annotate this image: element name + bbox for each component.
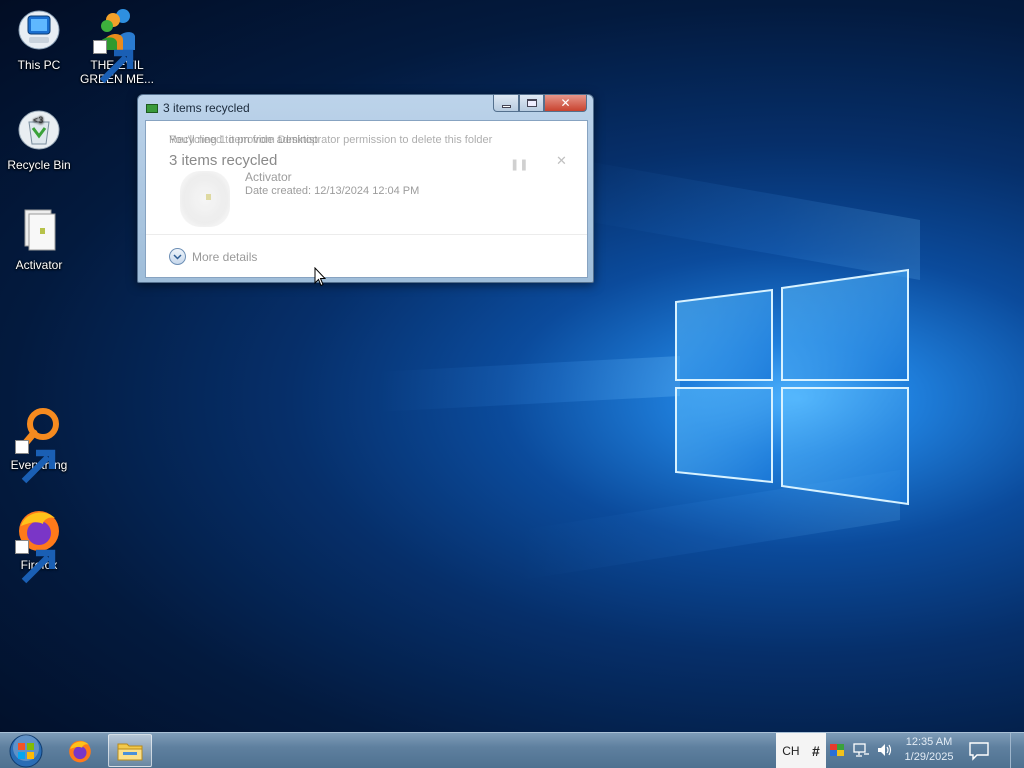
action-center-icon[interactable]	[968, 741, 990, 761]
desktop-icon-label: This PC	[17, 58, 61, 72]
svg-text:<3: <3	[33, 115, 43, 125]
pause-icon[interactable]: ❚❚	[510, 158, 528, 171]
progress-headline: 3 items recycled	[169, 152, 278, 169]
desktop-icon-activator[interactable]: Activator	[1, 206, 77, 272]
flag-icon[interactable]	[828, 741, 846, 759]
system-tray	[828, 741, 894, 759]
more-details-label: More details	[192, 249, 258, 264]
progress-icon	[146, 103, 158, 113]
search-magnifier-icon	[15, 406, 63, 484]
clock-time: 12:35 AM	[905, 736, 953, 748]
computer-icon	[15, 6, 63, 54]
recycle-bin-icon: <3	[15, 106, 63, 154]
item-date: Date created: 12/13/2024 12:04 PM	[245, 185, 420, 197]
dialog-content: You'll need to provide administrator per…	[145, 120, 588, 278]
clock-date: 1/29/2025	[904, 751, 954, 763]
maximize-icon	[526, 99, 537, 107]
taskbar-firefox-button[interactable]	[58, 734, 102, 767]
messenger-people-icon	[93, 6, 141, 84]
desktop-icon-recycle-bin[interactable]: <3 Recycle Bin	[1, 106, 77, 172]
ime-mode-icon[interactable]: #	[812, 743, 820, 759]
firefox-icon	[69, 740, 91, 762]
desktop-icon-everything[interactable]: Everything	[1, 406, 77, 484]
network-icon[interactable]	[852, 741, 870, 759]
file-icon	[15, 206, 63, 254]
wallpaper-beam	[380, 356, 680, 412]
desktop-icon-evil-green[interactable]: THE EVIL GREEN ME...	[79, 6, 155, 86]
folder-icon	[117, 743, 143, 760]
mouse-cursor-icon	[314, 266, 327, 287]
desktop-icon-this-pc[interactable]: This PC	[1, 6, 77, 72]
minimize-icon	[501, 104, 511, 108]
chevron-down-icon	[169, 248, 186, 265]
cancel-icon[interactable]: ✕	[556, 154, 567, 169]
recycle-progress-dialog: 3 items recycled ✕ You'll need to provid…	[137, 94, 594, 283]
more-details-button[interactable]: More details	[169, 248, 257, 265]
file-thumbnail	[180, 171, 230, 227]
firefox-icon	[15, 506, 63, 584]
caption-buttons: ✕	[493, 95, 587, 112]
show-desktop-button[interactable]	[1010, 733, 1024, 768]
system-clock[interactable]: 12:35 AM 1/29/2025	[900, 735, 958, 765]
shortcut-arrow-icon	[93, 40, 134, 84]
taskbar: CH # 12:35 AM 1/29/2025	[0, 732, 1024, 768]
desktop-icon-label: Activator	[15, 258, 63, 272]
recycling-status: Recycling 1 item from Desktop	[169, 134, 319, 146]
volume-icon[interactable]	[876, 741, 894, 759]
close-icon: ✕	[560, 96, 571, 110]
divider	[146, 234, 587, 235]
dialog-title: 3 items recycled	[163, 101, 250, 115]
start-button[interactable]	[6, 734, 46, 768]
dialog-titlebar[interactable]: 3 items recycled	[146, 100, 250, 116]
windows-logo-wallpaper	[672, 268, 912, 508]
close-button[interactable]: ✕	[544, 95, 587, 112]
input-language-tray[interactable]: CH #	[776, 733, 826, 768]
item-name: Activator	[245, 170, 292, 184]
minimize-button[interactable]	[493, 95, 519, 112]
taskbar-file-explorer-button[interactable]	[108, 734, 152, 767]
language-indicator[interactable]: CH	[782, 744, 799, 758]
shortcut-arrow-icon	[15, 440, 56, 484]
shortcut-arrow-icon	[15, 540, 56, 584]
maximize-button[interactable]	[519, 95, 544, 112]
desktop-icon-firefox[interactable]: Firefox	[1, 506, 77, 584]
desktop-icon-label: Recycle Bin	[7, 158, 71, 172]
wallpaper-beam	[560, 156, 920, 280]
